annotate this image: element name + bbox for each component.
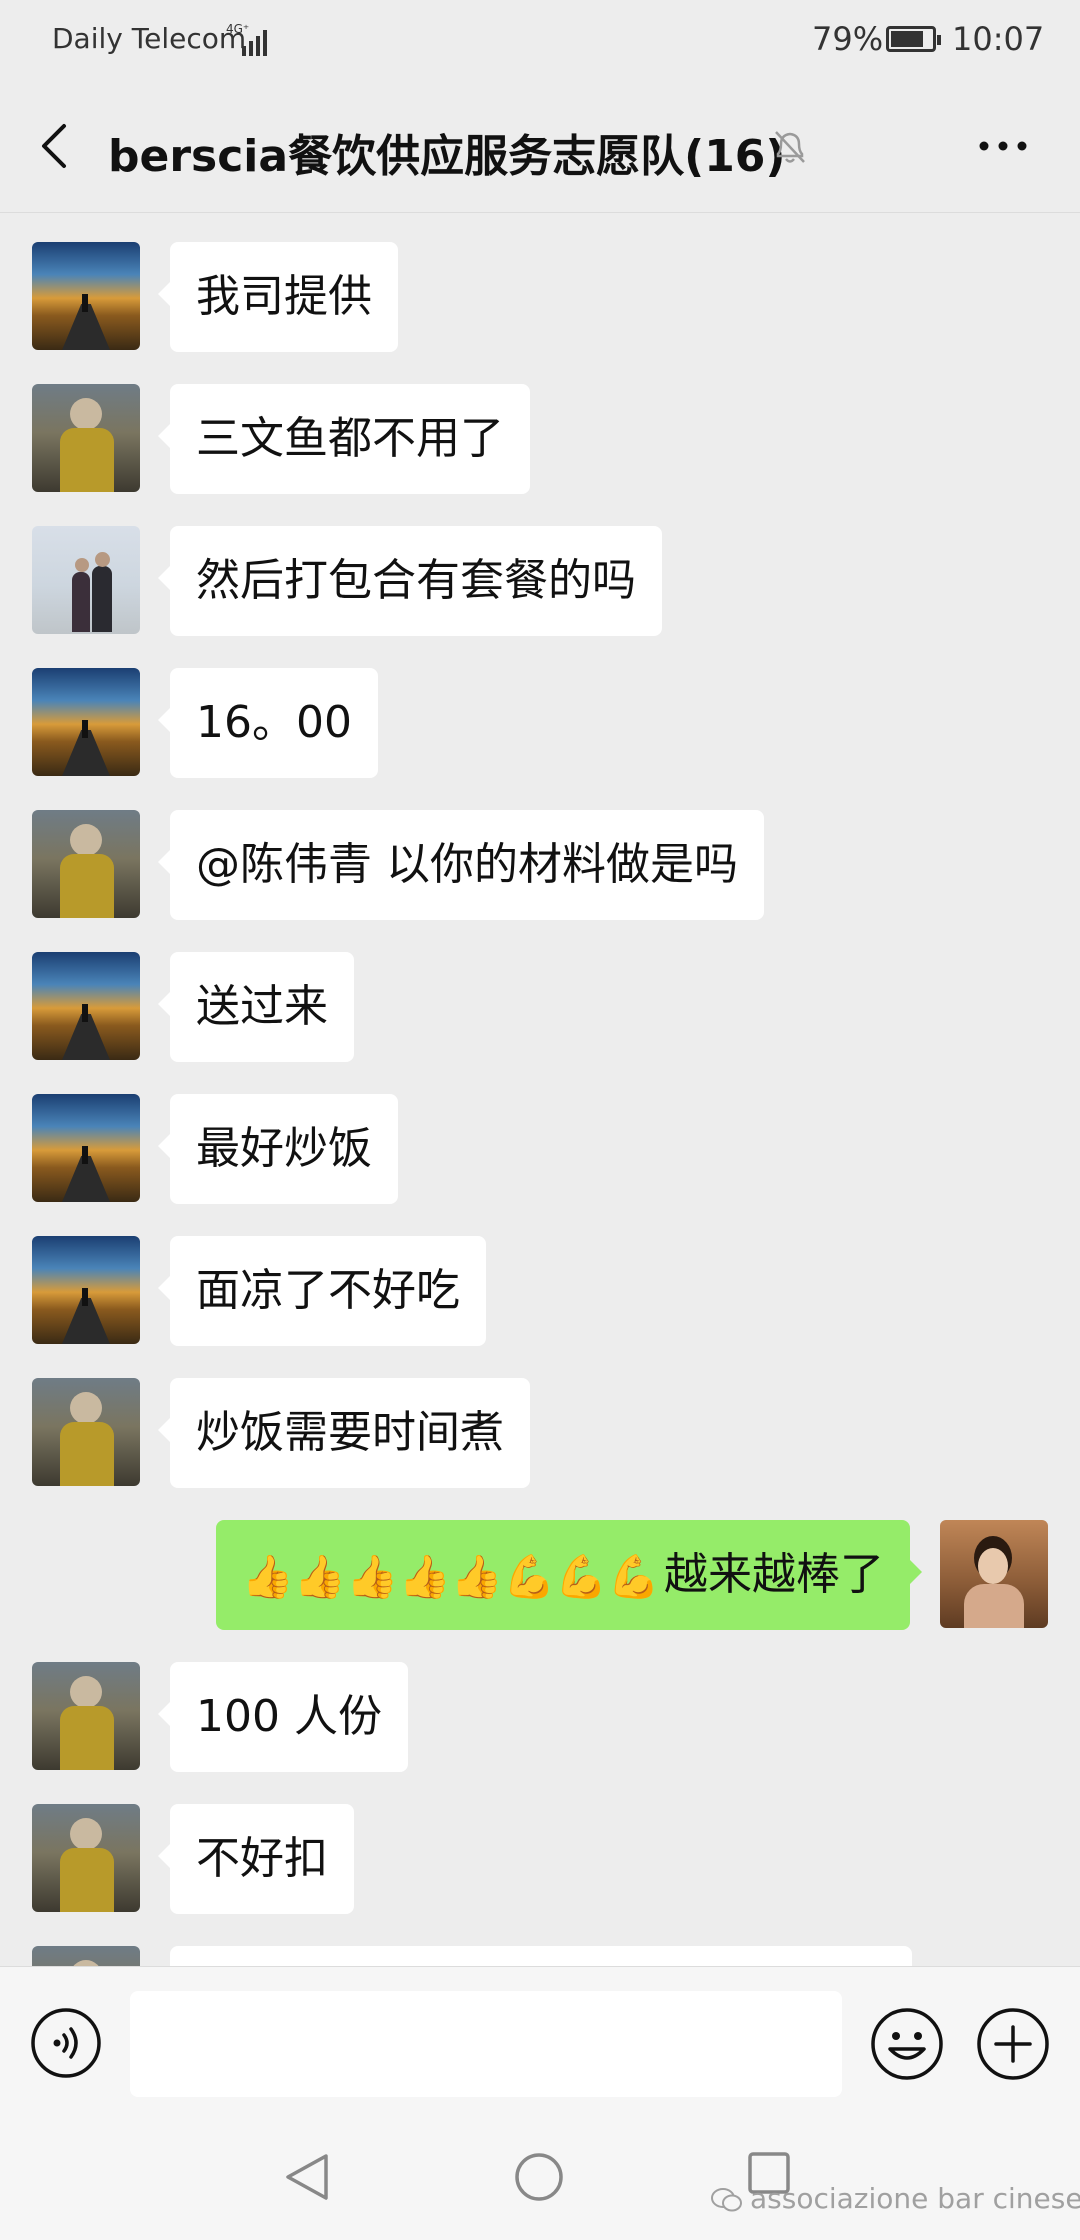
message-bubble[interactable]: 100 人份 bbox=[158, 1662, 408, 1772]
message-text: 面凉了不好吃 bbox=[196, 1265, 460, 1316]
avatar[interactable] bbox=[32, 1094, 140, 1202]
message-bubble[interactable]: 最好炒饭 bbox=[158, 1094, 398, 1204]
message-row: 炒饭需要时间煮 bbox=[0, 1378, 1080, 1488]
message-bubble[interactable]: @陈伟青 以你的材料做是吗 bbox=[158, 810, 764, 920]
message-bubble[interactable] bbox=[170, 1946, 912, 1966]
avatar[interactable] bbox=[32, 668, 140, 776]
flexed-biceps-emoji: 💪 bbox=[607, 1552, 660, 1601]
message-row: 最好炒饭 bbox=[0, 1094, 1080, 1204]
nav-back-icon[interactable] bbox=[282, 2150, 332, 2204]
message-text: 100 人份 bbox=[196, 1691, 382, 1742]
message-bubble[interactable]: 送过来 bbox=[158, 952, 354, 1062]
avatar[interactable] bbox=[32, 1378, 140, 1486]
message-text: 炒饭需要时间煮 bbox=[196, 1407, 504, 1458]
flexed-biceps-emoji: 💪 bbox=[555, 1552, 608, 1601]
system-nav-bar: associazione bar cinese bbox=[0, 2106, 1080, 2240]
message-row: @陈伟青 以你的材料做是吗 bbox=[0, 810, 1080, 920]
message-row: 然后打包合有套餐的吗 bbox=[0, 526, 1080, 636]
signal-icon: 4G⁺ bbox=[226, 22, 267, 56]
message-input[interactable] bbox=[130, 1991, 842, 2097]
plus-icon[interactable] bbox=[976, 2007, 1050, 2081]
message-text: 三文鱼都不用了 bbox=[196, 413, 504, 464]
watermark: associazione bar cinese bbox=[710, 2182, 1080, 2215]
avatar[interactable] bbox=[32, 1236, 140, 1344]
chat-header: berscia餐饮供应服务志愿队(16) bbox=[0, 80, 1080, 213]
message-row: 100 人份 bbox=[0, 1662, 1080, 1772]
battery-percent: 79% bbox=[812, 20, 884, 58]
emoji-icon[interactable] bbox=[870, 2007, 944, 2081]
message-bubble[interactable]: 然后打包合有套餐的吗 bbox=[158, 526, 662, 636]
back-arrow-icon[interactable] bbox=[34, 120, 84, 172]
thumbs-up-emoji: 👍 bbox=[346, 1552, 399, 1601]
avatar[interactable] bbox=[32, 952, 140, 1060]
avatar[interactable] bbox=[940, 1520, 1048, 1628]
flexed-biceps-emoji: 💪 bbox=[503, 1552, 556, 1601]
battery-level bbox=[891, 31, 923, 47]
more-icon[interactable] bbox=[976, 126, 1030, 166]
nav-home-icon[interactable] bbox=[512, 2150, 566, 2204]
message-row-partial bbox=[0, 1946, 1080, 1966]
message-text: 最好炒饭 bbox=[196, 1123, 372, 1174]
message-row: 面凉了不好吃 bbox=[0, 1236, 1080, 1346]
message-bubble[interactable]: 炒饭需要时间煮 bbox=[158, 1378, 530, 1488]
message-bubble[interactable]: 我司提供 bbox=[158, 242, 398, 352]
message-row: 👍👍👍👍👍💪💪💪越来越棒了 bbox=[0, 1520, 1080, 1630]
message-text: 送过来 bbox=[196, 981, 328, 1032]
emoji-group: 👍👍👍👍👍💪💪💪 bbox=[242, 1522, 660, 1632]
mute-bell-icon bbox=[775, 131, 805, 163]
watermark-text: associazione bar cinese bbox=[750, 2182, 1080, 2215]
message-list[interactable]: 我司提供三文鱼都不用了然后打包合有套餐的吗 16。00 @陈伟青 以你的材料做是吗送… bbox=[0, 213, 1080, 1966]
message-text: 然后打包合有套餐的吗 bbox=[196, 555, 636, 606]
message-text: 越来越棒了 bbox=[664, 1549, 884, 1600]
voice-icon[interactable] bbox=[30, 2007, 102, 2079]
clock: 10:07 bbox=[952, 20, 1045, 58]
message-text: 我司提供 bbox=[196, 271, 372, 322]
carrier-name: Daily Telecom bbox=[52, 22, 247, 55]
message-row: 我司提供 bbox=[0, 242, 1080, 352]
my-message-bubble[interactable]: 👍👍👍👍👍💪💪💪越来越棒了 bbox=[215, 1520, 923, 1632]
input-bar bbox=[0, 1966, 1080, 2107]
message-row: 16。00 bbox=[0, 668, 1080, 778]
message-bubble[interactable]: 面凉了不好吃 bbox=[158, 1236, 486, 1346]
thumbs-up-emoji: 👍 bbox=[293, 1552, 347, 1601]
wechat-logo-icon bbox=[711, 2188, 742, 2212]
chat-title: berscia餐饮供应服务志愿队(16) bbox=[108, 131, 786, 182]
message-row: 不好扣 bbox=[0, 1804, 1080, 1914]
avatar[interactable] bbox=[32, 1946, 140, 1966]
status-bar: Daily Telecom 4G⁺ 79% 10:07 bbox=[0, 0, 1080, 80]
message-bubble[interactable]: 不好扣 bbox=[158, 1804, 354, 1914]
message-row: 三文鱼都不用了 bbox=[0, 384, 1080, 494]
thumbs-up-emoji: 👍 bbox=[450, 1552, 504, 1601]
avatar[interactable] bbox=[32, 1804, 140, 1912]
message-text: 不好扣 bbox=[196, 1833, 328, 1884]
message-text: 16。00 bbox=[196, 697, 352, 748]
message-bubble[interactable]: 三文鱼都不用了 bbox=[158, 384, 530, 494]
svg-text:4G⁺: 4G⁺ bbox=[226, 22, 249, 36]
avatar[interactable] bbox=[32, 242, 140, 350]
thumbs-up-emoji: 👍 bbox=[398, 1552, 451, 1601]
avatar[interactable] bbox=[32, 384, 140, 492]
message-bubble[interactable]: 16。00 bbox=[158, 668, 378, 778]
avatar[interactable] bbox=[32, 810, 140, 918]
message-row: 送过来 bbox=[0, 952, 1080, 1062]
thumbs-up-emoji: 👍 bbox=[241, 1552, 294, 1601]
avatar[interactable] bbox=[32, 1662, 140, 1770]
avatar[interactable] bbox=[32, 526, 140, 634]
message-text: @陈伟青 以你的材料做是吗 bbox=[196, 839, 738, 890]
battery-icon bbox=[886, 26, 941, 52]
